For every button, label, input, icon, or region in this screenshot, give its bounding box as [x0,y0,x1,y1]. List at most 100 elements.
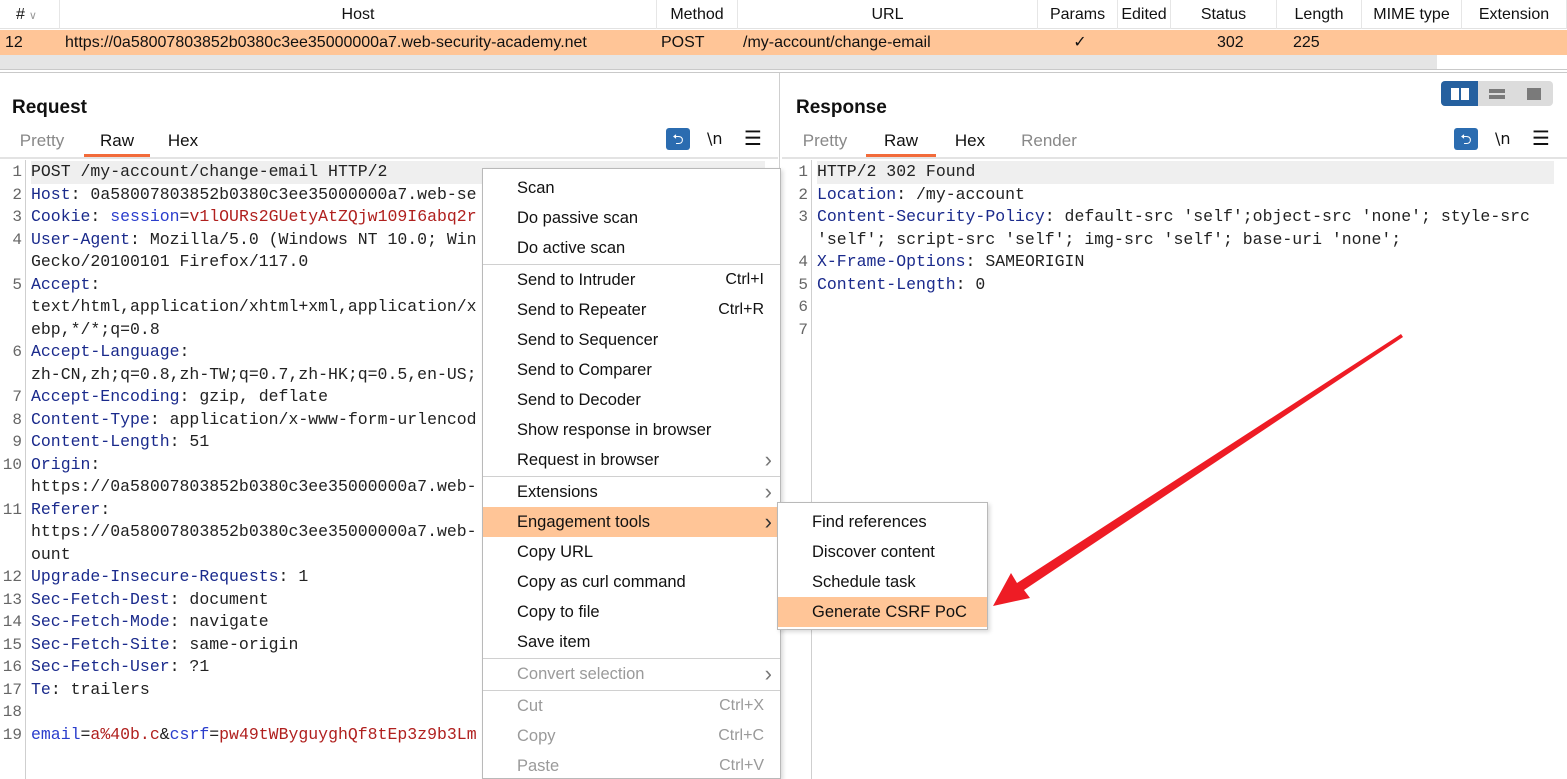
menu-item-convert-selection: Convert selection › [483,659,780,689]
request-tab-hex[interactable]: Hex [150,129,216,157]
side-by-side-layout-button[interactable] [1441,81,1478,106]
menu-item-scan[interactable]: Scan [483,173,780,203]
code-line: Accept-Encoding: gzip, deflate [31,386,328,409]
code-line: Te: trailers [31,679,150,702]
code-line: Upgrade-Insecure-Requests: 1 [31,566,308,589]
menu-item-request-in-browser[interactable]: Request in browser › [483,445,780,475]
menu-item-label: Discover content [812,543,935,561]
menu-item-label: Find references [812,513,927,531]
menu-item-label: Copy URL [517,543,594,561]
menu-item-copy-to-file[interactable]: Copy to file [483,597,780,627]
menu-item-paste: Paste Ctrl+V [483,751,780,779]
word-wrap-icon[interactable]: ⮌ [666,128,690,150]
column-header-extension[interactable]: Extension [1462,0,1567,29]
param-name: session [110,207,180,226]
shortcut-label: Ctrl+C [718,727,764,744]
menu-item-send-to-repeater[interactable]: Send to Repeater Ctrl+R [483,295,780,325]
column-header-status[interactable]: Status [1171,0,1277,29]
cell-params-check-icon: ✓ [1073,34,1087,51]
response-editor[interactable]: 1 HTTP/2 302 Found 2 Location: /my-account 3… [783,160,1567,779]
menu-item-copy-as-curl-command[interactable]: Copy as curl command [483,567,780,597]
request-title: Request [12,97,87,118]
layout-toggle [1441,81,1553,106]
menu-item-discover-content[interactable]: Discover content [778,537,987,567]
menu-item-label: Save item [517,633,591,651]
header-name: Sec-Fetch-User [31,657,170,676]
menu-item-send-to-intruder[interactable]: Send to Intruder Ctrl+I [483,265,780,295]
request-tab-raw[interactable]: Raw [84,129,150,157]
text: : 0 [955,274,986,294]
header-name: Referer [31,499,101,519]
show-newlines-icon[interactable]: \n [1495,129,1511,148]
header-name: Accept-Encoding [31,387,180,406]
code-line: Accept-Language: [31,341,189,364]
column-header-url[interactable]: URL [738,0,1038,29]
show-newlines-icon[interactable]: \n [707,129,723,148]
chevron-right-icon: › [764,447,772,472]
line-number: 7 [12,388,22,406]
menu-item-label: Show response in browser [517,421,712,439]
menu-item-copy-url[interactable]: Copy URL [483,537,780,567]
stacked-layout-button[interactable] [1478,81,1515,106]
menu-item-send-to-sequencer[interactable]: Send to Sequencer [483,325,780,355]
line-number: 1 [798,163,808,181]
hamburger-menu-icon[interactable]: ☰ [744,126,762,151]
line-number: 11 [2,500,22,519]
column-header-length[interactable]: Length [1277,0,1362,29]
menu-item-send-to-comparer[interactable]: Send to Comparer [483,355,780,385]
param-value: pw49tWByguyghQf8tEp3z9b3Lm [219,724,477,744]
menu-item-do-active-scan[interactable]: Do active scan [483,233,780,263]
column-header-number[interactable]: # ∨ [0,0,60,29]
line-number: 18 [2,703,22,721]
line-number: 1 [12,163,22,181]
menu-item-label: Send to Sequencer [517,331,659,349]
engagement-tools-submenu: Find references Discover content Schedule … [777,502,988,630]
column-header-params[interactable]: Params [1038,0,1118,29]
line-number: 19 [2,725,22,744]
menu-item-engagement-tools[interactable]: Engagement tools › [483,507,780,537]
header-name: Accept [31,274,91,294]
line-number: 6 [798,298,808,316]
menu-item-send-to-decoder[interactable]: Send to Decoder [483,385,780,415]
line-number: 5 [798,275,808,294]
menu-item-label: Request in browser [517,451,660,469]
text: = [179,207,190,226]
header-name: Te [31,679,51,699]
line-number: 17 [2,680,22,699]
text: HTTP/2 302 Found [817,162,976,181]
menu-item-extensions[interactable]: Extensions › [483,477,780,507]
response-tab-hex[interactable]: Hex [936,129,1004,157]
menu-item-generate-csrf-poc[interactable]: Generate CSRF PoC [778,597,987,627]
table-row[interactable]: 12 https://0a58007803852b0380c3ee3500000… [0,30,1567,55]
column-header-method[interactable]: Method [657,0,738,29]
response-tab-raw[interactable]: Raw [866,129,936,157]
header-name: Cookie [31,207,91,226]
response-tab-pretty[interactable]: Pretty [794,129,856,157]
request-tabs: Pretty Raw Hex [10,129,216,157]
single-layout-button[interactable] [1515,81,1552,106]
text: : document [169,589,269,609]
code-line: https://0a58007803852b0380c3ee35000000a7… [31,476,477,499]
menu-item-label: Generate CSRF PoC [812,603,967,621]
split-divider[interactable] [0,72,1567,73]
menu-item-label: Schedule task [812,573,916,591]
horizontal-scrollbar[interactable] [0,55,1437,69]
column-header-host[interactable]: Host [60,0,657,29]
menu-item-label: Do active scan [517,239,626,257]
column-header-edited[interactable]: Edited [1118,0,1171,29]
response-tab-render[interactable]: Render [1004,129,1094,157]
line-number: 7 [798,320,808,339]
menu-item-do-passive-scan[interactable]: Do passive scan [483,203,780,233]
word-wrap-icon[interactable]: ⮌ [1454,128,1478,150]
hamburger-menu-icon[interactable]: ☰ [1532,126,1550,151]
menu-item-find-references[interactable]: Find references [778,507,987,537]
menu-item-save-item[interactable]: Save item [483,627,780,657]
text: : trailers [50,679,150,699]
chevron-right-icon: › [764,509,772,534]
text: & [159,724,170,744]
column-header-mime-type[interactable]: MIME type [1362,0,1462,29]
menu-item-schedule-task[interactable]: Schedule task [778,567,987,597]
table-header: # ∨ Host Method URL Params Edited Status … [0,0,1567,29]
request-tab-pretty[interactable]: Pretty [10,129,74,157]
menu-item-show-response-in-browser[interactable]: Show response in browser [483,415,780,445]
